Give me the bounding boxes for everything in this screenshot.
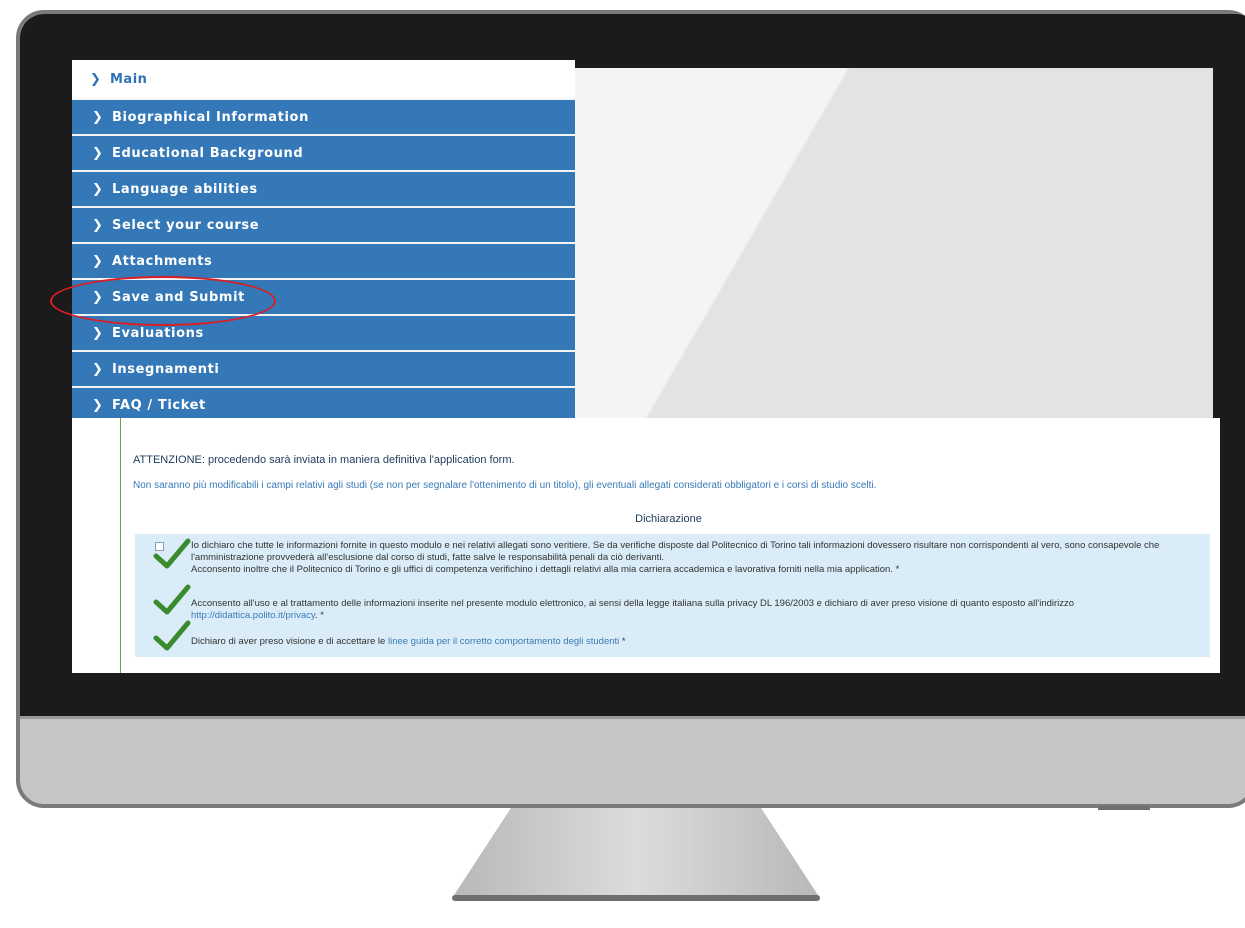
nav-item-label: Main	[110, 71, 148, 87]
chevron-right-icon: ❯	[92, 325, 104, 341]
nav-item-label: Insegnamenti	[112, 361, 220, 377]
nav-item-select-your-course[interactable]: ❯ Select your course	[72, 208, 575, 242]
checkmark-icon	[153, 620, 191, 651]
nav-item-label: Attachments	[112, 253, 213, 269]
declaration-suffix: *	[619, 636, 626, 647]
submission-panel-body: ATTENZIONE: procedendo sarà inviata in m…	[120, 418, 1216, 673]
chevron-right-icon: ❯	[92, 397, 104, 413]
chevron-right-icon: ❯	[92, 181, 104, 197]
declaration-text: Io dichiaro che tutte le informazioni fo…	[191, 540, 1160, 551]
nav-item-language-abilities[interactable]: ❯ Language abilities	[72, 172, 575, 206]
chevron-right-icon: ❯	[92, 361, 104, 377]
chevron-right-icon: ❯	[92, 253, 104, 269]
highlight-annotation	[50, 276, 276, 326]
monitor-stand-base	[452, 895, 820, 901]
nav-item-label: Language abilities	[112, 181, 258, 197]
nav-item-label: Select your course	[112, 217, 260, 233]
nav-item-label: Evaluations	[112, 325, 204, 341]
attention-message: ATTENZIONE: procedendo sarà inviata in m…	[133, 454, 515, 466]
nav-item-biographical-information[interactable]: ❯ Biographical Information	[72, 100, 575, 134]
nav-item-faq-ticket[interactable]: ❯ FAQ / Ticket	[72, 388, 575, 422]
declaration-text: l'amministrazione provvederà all'esclusi…	[191, 552, 665, 563]
monitor-stand	[452, 808, 820, 899]
nav-item-main[interactable]: ❯ Main	[72, 60, 575, 98]
monitor-shadow	[1098, 806, 1150, 810]
declaration-text: Acconsento all'uso e al trattamento dell…	[191, 598, 1075, 609]
nav-item-label: Educational Background	[112, 145, 304, 161]
checkmark-icon	[153, 584, 191, 615]
declaration-box: Io dichiaro che tutte le informazioni fo…	[135, 534, 1210, 657]
declaration-title: Dichiarazione	[635, 513, 702, 525]
nav-item-label: Biographical Information	[112, 109, 309, 125]
privacy-link[interactable]: http://didattica.polito.it/privacy	[191, 610, 315, 621]
chevron-right-icon: ❯	[92, 217, 104, 233]
declaration-suffix: . *	[314, 610, 324, 621]
nav-item-label: FAQ / Ticket	[112, 397, 206, 413]
info-note: Non saranno più modificabili i campi rel…	[133, 480, 877, 491]
navigation-menu: ❯ Main ❯ Biographical Information ❯ Educ…	[72, 60, 575, 422]
submission-panel: ATTENZIONE: procedendo sarà inviata in m…	[72, 418, 1220, 673]
declaration-text-line: http://didattica.polito.it/privacy. *	[191, 610, 1201, 622]
declaration-item: Dichiaro di aver preso visione e di acce…	[191, 636, 1201, 648]
declaration-item: Io dichiaro che tutte le informazioni fo…	[191, 540, 1201, 576]
chevron-right-icon: ❯	[90, 71, 102, 87]
chevron-right-icon: ❯	[92, 145, 104, 161]
declaration-text: Dichiaro di aver preso visione e di acce…	[191, 636, 388, 647]
declaration-text: Acconsento inoltre che il Politecnico di…	[191, 564, 900, 575]
checkmark-icon	[153, 538, 191, 569]
monitor-chin-divider	[20, 716, 1245, 719]
chevron-right-icon: ❯	[92, 109, 104, 125]
nav-item-educational-background[interactable]: ❯ Educational Background	[72, 136, 575, 170]
declaration-item: Acconsento all'uso e al trattamento dell…	[191, 598, 1201, 622]
nav-item-insegnamenti[interactable]: ❯ Insegnamenti	[72, 352, 575, 386]
nav-item-attachments[interactable]: ❯ Attachments	[72, 244, 575, 278]
guidelines-link[interactable]: linee guida per il corretto comportament…	[388, 636, 619, 647]
